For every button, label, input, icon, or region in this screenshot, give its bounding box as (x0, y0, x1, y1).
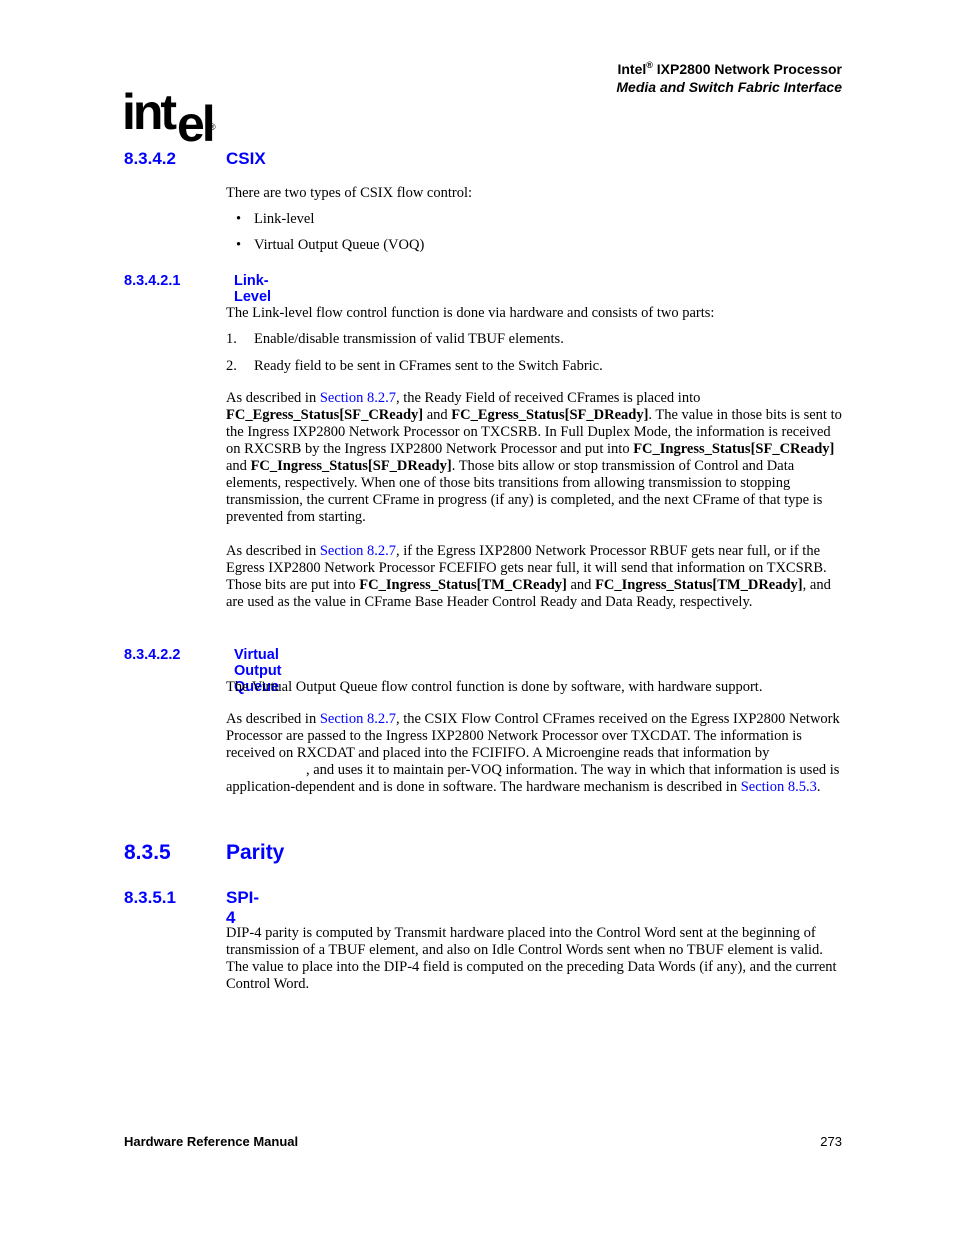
header-subtitle: Media and Switch Fabric Interface (616, 79, 842, 95)
section-title: Parity (226, 841, 285, 864)
logo-el: el (177, 96, 216, 152)
footer-manual-title: Hardware Reference Manual (124, 1134, 299, 1149)
header-product-line: Intel® IXP2800 Network Processor (616, 60, 842, 78)
registered-mark: ® (646, 60, 653, 70)
bullet-icon: • (236, 211, 242, 227)
section-title: SPI-4 (226, 888, 260, 927)
voq-intro: The Virtual Output Queue flow control fu… (226, 679, 763, 695)
section-number: 8.3.4.2.1 (124, 273, 181, 289)
section-8-5-3-link[interactable]: Section 8.5.3 (741, 779, 817, 795)
csix-intro: There are two types of CSIX flow control… (226, 185, 473, 201)
voq-paragraph-1: As described in Section 8.2.7, the CSIX … (226, 711, 840, 795)
section-title: CSIX (226, 149, 266, 168)
header-product: IXP2800 Network Processor (652, 61, 842, 77)
list-item: • Virtual Output Queue (VOQ) (226, 237, 424, 254)
section-title: Link-Level (234, 273, 272, 305)
section-8-2-7-link[interactable]: Section 8.2.7 (320, 390, 396, 406)
section-number: 8.3.5 (124, 841, 171, 864)
header-brand: Intel (617, 61, 647, 77)
section-8-2-7-link[interactable]: Section 8.2.7 (320, 711, 396, 727)
section-8-2-7-link[interactable]: Section 8.2.7 (320, 543, 396, 559)
list-item: • Link-level (226, 211, 314, 228)
logo-registered-mark: ® (209, 122, 216, 132)
section-number: 8.3.5.1 (124, 888, 176, 907)
list-item: 2. Ready field to be sent in CFrames sent… (226, 358, 603, 374)
spi4-paragraph: DIP-4 parity is computed by Transmit har… (226, 925, 837, 992)
link-level-paragraph-2: As described in Section 8.2.7, if the Eg… (226, 543, 831, 610)
logo-int: int (122, 84, 177, 140)
bullet-icon: • (236, 237, 242, 253)
link-level-intro: The Link-level flow control function is … (226, 305, 715, 321)
section-number: 8.3.4.2.2 (124, 647, 181, 663)
section-number: 8.3.4.2 (124, 149, 176, 168)
intel-logo: int el ® (122, 84, 222, 152)
page-number: 273 (820, 1134, 842, 1149)
running-header: Intel® IXP2800 Network Processor Media a… (616, 60, 842, 96)
list-item: 1. Enable/disable transmission of valid T… (226, 331, 564, 347)
link-level-paragraph-1: As described in Section 8.2.7, the Ready… (226, 390, 842, 525)
